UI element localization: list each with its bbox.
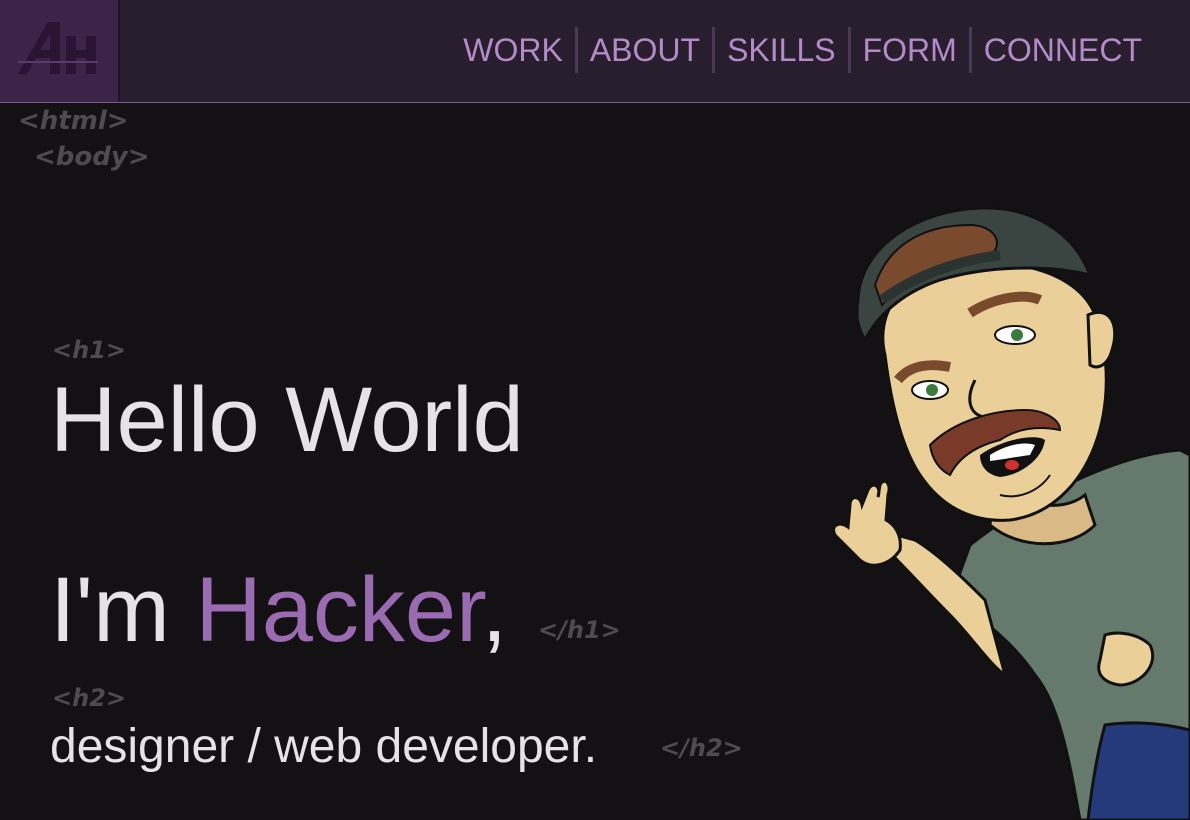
nav-item-work[interactable]: WORK [451,26,575,74]
hero-heading-line1: Hello World [50,369,524,471]
main-nav: WORK ABOUT SKILLS FORM CONNECT [451,26,1154,74]
body-open-tag: <body> [34,142,150,172]
h2-open-tag: <h2> [52,684,127,712]
hero-comma: , [481,559,508,661]
site-header: AH WORK ABOUT SKILLS FORM CONNECT [0,0,1190,103]
nav-item-skills[interactable]: SKILLS [715,26,848,74]
logo-mark [18,22,98,74]
h1-close-tag: </h1> [538,616,621,644]
h1-open-tag: <h1> [52,336,127,364]
logo-link[interactable]: AH [0,0,120,102]
avatar-illustration [832,206,1190,820]
nav-item-connect[interactable]: CONNECT [972,26,1154,74]
page: AH WORK ABOUT SKILLS FORM CONNECT <html>… [0,0,1190,820]
html-open-tag: <html> [18,106,129,136]
nav-item-form[interactable]: FORM [851,26,969,74]
nav-item-about[interactable]: ABOUT [578,26,712,74]
hero-subtitle: designer / web developer. [50,720,598,773]
h2-close-tag: </h2> [660,734,743,762]
hero-heading-line2: I'm Hacker, [50,556,507,664]
hero-im: I'm [50,559,196,661]
hero-name: Hacker [195,559,482,661]
